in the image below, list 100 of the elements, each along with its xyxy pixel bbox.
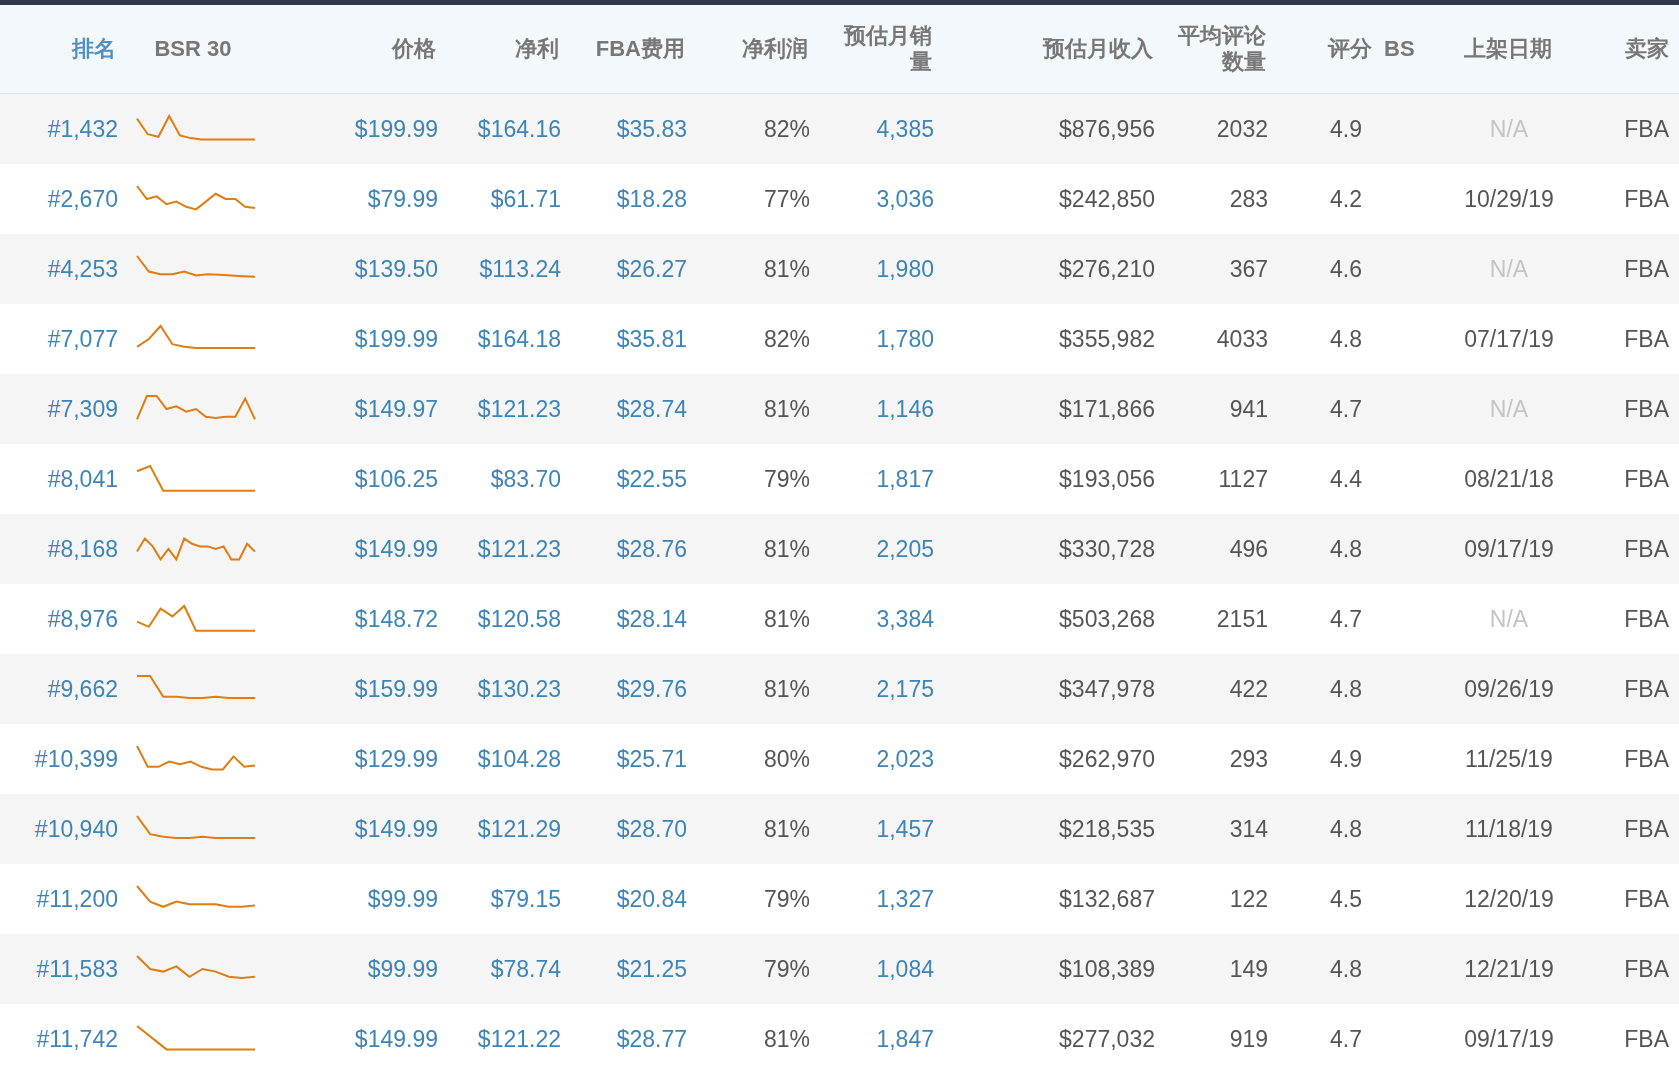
revenue-cell-text: $276,210 (1058, 255, 1156, 283)
date-cell-text: 10/29/19 (1463, 185, 1555, 213)
fba-cell-text: $20.84 (615, 885, 688, 913)
reviews-cell-text: 422 (1228, 675, 1269, 703)
sales-cell-text: 1,847 (875, 1025, 935, 1053)
net-cell-text: $113.24 (478, 255, 562, 283)
rank-cell[interactable]: #10,399 (0, 745, 122, 773)
sales-cell-text: 2,175 (875, 675, 935, 703)
date-cell-text: 12/21/19 (1463, 955, 1555, 983)
revenue-cell-text: $242,850 (1058, 185, 1156, 213)
sales-cell-text: 1,457 (875, 815, 935, 843)
rank-cell[interactable]: #1,432 (0, 115, 122, 143)
rating-cell-text: 4.7 (1329, 1025, 1363, 1053)
price-cell-text: $199.99 (353, 115, 439, 143)
sales-cell-text: 4,385 (875, 115, 935, 143)
column-header[interactable]: 排名 (0, 35, 122, 63)
net-cell-text: $61.71 (489, 185, 562, 213)
net-cell-text: $78.74 (489, 955, 562, 983)
date-cell-text: 07/17/19 (1463, 325, 1555, 353)
rank-cell[interactable]: #10,940 (0, 815, 122, 843)
rank-cell[interactable]: #11,583 (0, 955, 122, 983)
net-cell-text: $83.70 (489, 465, 562, 493)
column-header[interactable]: 平均评论数量 (1159, 22, 1272, 76)
date-cell-text: 09/17/19 (1463, 535, 1555, 563)
reviews-cell-text: 2151 (1215, 605, 1269, 633)
revenue-cell-text: $503,268 (1058, 605, 1156, 633)
revenue-cell-text: $330,728 (1058, 535, 1156, 563)
fba-cell-text: $18.28 (615, 185, 688, 213)
rank-cell[interactable]: #9,662 (0, 675, 122, 703)
column-header[interactable]: BSR 30 (122, 35, 270, 63)
price-cell-text: $99.99 (366, 955, 439, 983)
net-cell-text: $121.29 (476, 815, 562, 843)
column-header[interactable]: 预估月收入 (938, 35, 1159, 63)
revenue-cell-text: $876,956 (1058, 115, 1156, 143)
column-header[interactable]: 上架日期 (1428, 35, 1594, 63)
seller-cell-text: FBA (1623, 395, 1670, 423)
sales-cell-text: 1,084 (875, 955, 935, 983)
rating-cell-text: 4.6 (1329, 255, 1363, 283)
column-header[interactable]: 预估月销量 (814, 22, 938, 76)
price-cell-text: $79.99 (366, 185, 439, 213)
rank-cell[interactable]: #8,976 (0, 605, 122, 633)
net-cell-text: $164.16 (476, 115, 562, 143)
seller-cell-text: FBA (1623, 115, 1670, 143)
rank-cell[interactable]: #8,168 (0, 535, 122, 563)
rank-cell[interactable]: #7,309 (0, 395, 122, 423)
reviews-cell-text: 283 (1228, 185, 1269, 213)
column-header[interactable]: 卖家 (1594, 35, 1679, 63)
price-cell-text: $149.97 (353, 395, 439, 423)
rank-cell[interactable]: #8,041 (0, 465, 122, 493)
seller-cell-text: FBA (1623, 745, 1670, 773)
sales-cell-text: 2,205 (875, 535, 935, 563)
column-header[interactable]: BS (1378, 35, 1428, 63)
reviews-cell-text: 496 (1228, 535, 1269, 563)
margin-cell-text: 82% (762, 325, 811, 353)
column-header[interactable]: 评分 (1272, 35, 1378, 63)
price-cell-text: $129.99 (353, 745, 439, 773)
column-header[interactable]: 价格 (270, 35, 442, 63)
revenue-cell-text: $355,982 (1058, 325, 1156, 353)
margin-cell-text: 77% (762, 185, 811, 213)
seller-cell-text: FBA (1623, 535, 1670, 563)
margin-cell-text: 81% (762, 605, 811, 633)
price-cell-text: $199.99 (353, 325, 439, 353)
column-header[interactable]: 净利 (442, 35, 565, 63)
sales-cell-text: 2,023 (875, 745, 935, 773)
sales-cell-text: 1,327 (875, 885, 935, 913)
revenue-cell-text: $108,389 (1058, 955, 1156, 983)
rating-cell-text: 4.8 (1329, 955, 1363, 983)
rank-cell[interactable]: #11,742 (0, 1025, 122, 1053)
price-cell-text: $148.72 (353, 605, 439, 633)
reviews-cell-text: 919 (1228, 1025, 1269, 1053)
revenue-cell-text: $193,056 (1058, 465, 1156, 493)
seller-cell-text: FBA (1623, 185, 1670, 213)
column-header[interactable]: 净利润 (691, 35, 814, 63)
rank-cell[interactable]: #2,670 (0, 185, 122, 213)
net-cell-text: $164.18 (476, 325, 562, 353)
rank-cell[interactable]: #7,077 (0, 325, 122, 353)
margin-cell-text: 82% (762, 115, 811, 143)
fba-cell-text: $29.76 (615, 675, 688, 703)
sales-cell-text: 1,980 (875, 255, 935, 283)
date-cell-text: 08/21/18 (1463, 465, 1555, 493)
fba-cell-text: $28.77 (615, 1025, 688, 1053)
revenue-cell-text: $262,970 (1058, 745, 1156, 773)
reviews-cell-text: 4033 (1215, 325, 1269, 353)
seller-cell-text: FBA (1623, 1025, 1670, 1053)
rank-cell[interactable]: #11,200 (0, 885, 122, 913)
price-cell-text: $106.25 (353, 465, 439, 493)
rank-cell[interactable]: #4,253 (0, 255, 122, 283)
rating-cell-text: 4.8 (1329, 675, 1363, 703)
rating-cell-text: 4.7 (1329, 395, 1363, 423)
margin-cell-text: 80% (762, 745, 811, 773)
price-cell-text: $159.99 (353, 675, 439, 703)
fba-cell-text: $22.55 (615, 465, 688, 493)
reviews-cell-text: 1127 (1217, 465, 1269, 493)
date-cell-text: 09/17/19 (1463, 1025, 1555, 1053)
rating-cell-text: 4.7 (1329, 605, 1363, 633)
fba-cell-text: $21.25 (615, 955, 688, 983)
rating-cell-text: 4.4 (1329, 465, 1363, 493)
rating-cell-text: 4.8 (1329, 535, 1363, 563)
column-header[interactable]: FBA费用 (565, 35, 691, 63)
seller-cell-text: FBA (1623, 815, 1670, 843)
